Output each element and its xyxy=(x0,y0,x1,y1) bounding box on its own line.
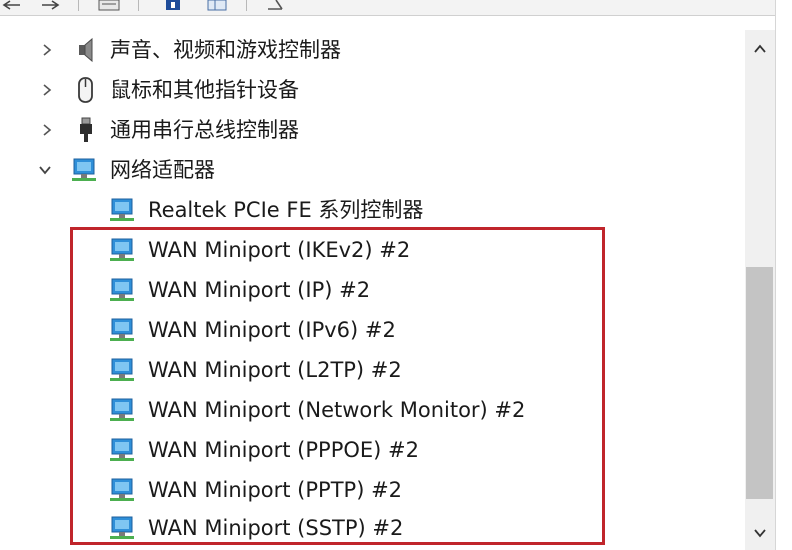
speaker-icon xyxy=(79,37,93,63)
adapter-item[interactable]: WAN Miniport (L2TP) #2 xyxy=(0,350,745,390)
network-adapter-icon xyxy=(110,516,134,539)
toolbar-separator xyxy=(246,0,247,11)
back-arrow-icon[interactable] xyxy=(0,0,26,11)
tree-item-sound-video-game-controllers[interactable]: 声音、视频和游戏控制器 xyxy=(0,30,745,70)
adapter-label: Realtek PCIe FE 系列控制器 xyxy=(148,198,424,222)
adapter-item[interactable]: Realtek PCIe FE 系列控制器 xyxy=(0,190,745,230)
adapter-label: WAN Miniport (PPTP) #2 xyxy=(148,478,403,502)
adapter-label: WAN Miniport (PPPOE) #2 xyxy=(148,438,419,462)
adapter-item[interactable]: WAN Miniport (IPv6) #2 xyxy=(0,310,745,350)
toolbar-separator xyxy=(138,0,139,11)
mouse-icon xyxy=(78,77,93,103)
adapter-item[interactable]: WAN Miniport (PPPOE) #2 xyxy=(0,430,745,470)
chevron-right-icon[interactable] xyxy=(40,43,54,57)
toolbar xyxy=(0,0,792,16)
scroll-thumb[interactable] xyxy=(746,267,773,499)
scroll-up-arrow-icon[interactable] xyxy=(753,44,767,54)
help-book-icon[interactable] xyxy=(160,0,186,11)
network-adapter-icon xyxy=(110,198,134,221)
usb-icon xyxy=(80,117,92,142)
adapter-label: WAN Miniport (IP) #2 xyxy=(148,278,371,302)
tree-item-usb-controllers[interactable]: 通用串行总线控制器 xyxy=(0,110,745,150)
network-adapter-icon xyxy=(72,158,96,181)
adapter-label: WAN Miniport (L2TP) #2 xyxy=(148,358,402,382)
tree-item-label: 鼠标和其他指针设备 xyxy=(110,78,299,102)
chevron-right-icon[interactable] xyxy=(40,83,54,97)
adapter-label: WAN Miniport (Network Monitor) #2 xyxy=(148,398,526,422)
adapter-item[interactable]: WAN Miniport (Network Monitor) #2 xyxy=(0,390,745,430)
network-adapter-icon xyxy=(110,478,134,501)
properties-icon[interactable] xyxy=(96,0,122,11)
device-tree: 声音、视频和游戏控制器 鼠标和其他指针设备 通用串行总线控制器 网络适配器 Re… xyxy=(0,30,745,550)
scan-hardware-icon[interactable] xyxy=(262,0,288,11)
view-pane-icon[interactable] xyxy=(204,0,230,11)
network-adapter-icon xyxy=(110,278,134,301)
adapter-item[interactable]: WAN Miniport (PPTP) #2 xyxy=(0,470,745,510)
network-adapter-icon xyxy=(110,398,134,421)
adapter-label: WAN Miniport (SSTP) #2 xyxy=(148,516,404,540)
scroll-down-arrow-icon[interactable] xyxy=(753,528,767,538)
adapter-label: WAN Miniport (IKEv2) #2 xyxy=(148,238,411,262)
network-adapter-icon xyxy=(110,238,134,261)
vertical-scrollbar[interactable] xyxy=(745,30,775,550)
network-adapter-icon xyxy=(110,358,134,381)
forward-arrow-icon[interactable] xyxy=(38,0,64,11)
chevron-right-icon[interactable] xyxy=(40,123,54,137)
window-edge xyxy=(775,0,792,550)
chevron-down-icon[interactable] xyxy=(38,163,52,177)
tree-item-label: 网络适配器 xyxy=(110,158,215,182)
tree-item-label: 声音、视频和游戏控制器 xyxy=(110,38,341,62)
adapter-label: WAN Miniport (IPv6) #2 xyxy=(148,318,396,342)
toolbar-separator xyxy=(78,0,79,11)
tree-item-label: 通用串行总线控制器 xyxy=(110,118,299,142)
adapter-item[interactable]: WAN Miniport (SSTP) #2 xyxy=(0,508,745,548)
tree-item-mice-pointing-devices[interactable]: 鼠标和其他指针设备 xyxy=(0,70,745,110)
adapter-item[interactable]: WAN Miniport (IKEv2) #2 xyxy=(0,230,745,270)
network-adapter-icon xyxy=(110,438,134,461)
tree-item-network-adapters[interactable]: 网络适配器 xyxy=(0,150,745,190)
adapter-item[interactable]: WAN Miniport (IP) #2 xyxy=(0,270,745,310)
network-adapter-icon xyxy=(110,318,134,341)
